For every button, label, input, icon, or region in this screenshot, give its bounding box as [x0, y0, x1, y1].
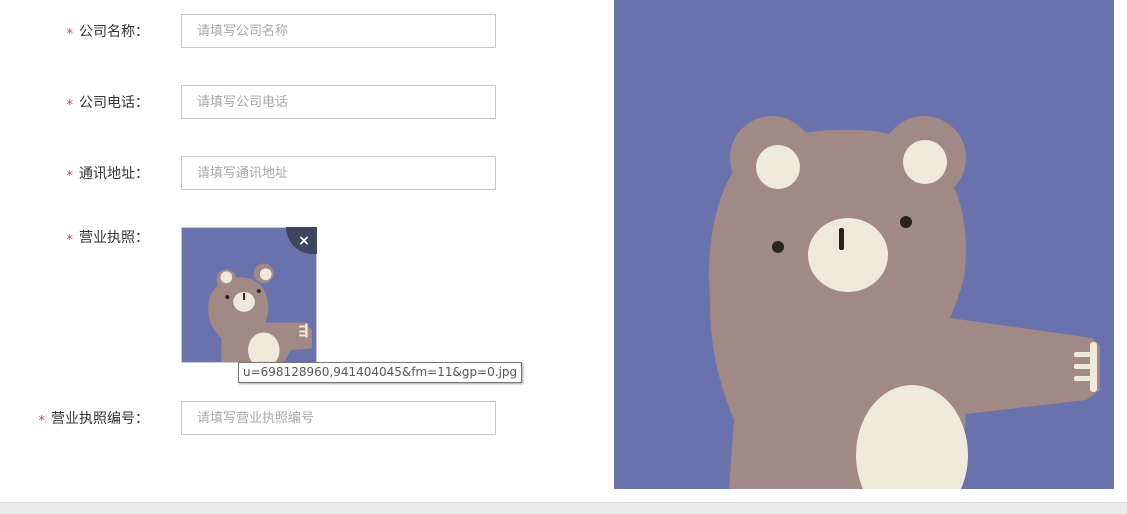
required-mark: *: [66, 233, 74, 248]
business-license-label: * 营业执照：: [66, 230, 150, 248]
company-phone-input[interactable]: [181, 85, 496, 119]
company-name-label: * 公司名称：: [66, 24, 150, 42]
company-phone-label: * 公司电话：: [66, 95, 150, 113]
required-mark: *: [66, 27, 74, 42]
close-icon: ×: [298, 232, 310, 249]
bottom-scrollbar[interactable]: [0, 502, 1127, 514]
filename-tooltip: u=698128960,941404045&fm=11&gp=0.jpg: [238, 362, 523, 383]
image-preview: [614, 0, 1114, 489]
company-name-input[interactable]: [181, 14, 496, 48]
bear-image-large: [614, 0, 1114, 489]
required-mark: *: [38, 414, 46, 429]
required-mark: *: [66, 169, 74, 184]
address-label: * 通讯地址：: [66, 166, 150, 184]
address-input[interactable]: [181, 156, 496, 190]
required-mark: *: [66, 98, 74, 113]
license-number-label: * 营业执照编号：: [38, 411, 150, 429]
license-number-input[interactable]: [181, 401, 496, 435]
